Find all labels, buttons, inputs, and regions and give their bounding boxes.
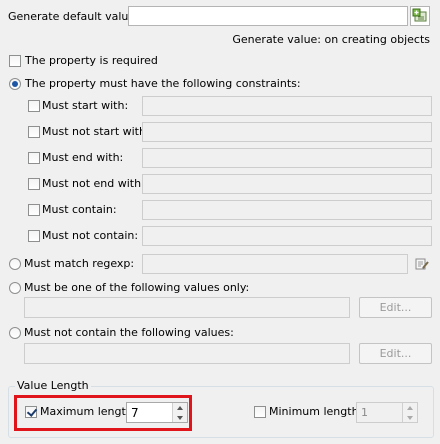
values-only-input[interactable] — [24, 297, 350, 318]
must-not-contain-checkbox[interactable] — [28, 230, 40, 242]
chevron-down-icon — [177, 415, 183, 420]
maximum-length-label: Maximum length: — [40, 405, 137, 418]
must-start-with-input[interactable] — [142, 96, 432, 116]
not-contain-values-label: Must not contain the following values: — [24, 326, 234, 339]
must-start-with-checkbox[interactable] — [28, 100, 40, 112]
must-not-start-with-label: Must not start with: — [42, 125, 150, 138]
not-contain-values-edit-button[interactable]: Edit... — [359, 343, 432, 364]
regexp-radio[interactable] — [9, 258, 21, 270]
must-not-start-with-input[interactable] — [142, 122, 432, 142]
must-not-end-with-checkbox[interactable] — [28, 178, 40, 190]
must-end-with-label: Must end with: — [42, 151, 124, 164]
must-end-with-checkbox[interactable] — [28, 152, 40, 164]
add-expression-icon — [412, 8, 427, 22]
value-length-title: Value Length — [15, 379, 91, 392]
must-contain-label: Must contain: — [42, 203, 117, 216]
maximum-length-checkbox[interactable] — [25, 406, 37, 418]
minimum-length-spinner[interactable]: 1 — [356, 402, 418, 423]
maximum-length-arrows — [172, 403, 187, 422]
values-only-label: Must be one of the following values only… — [24, 281, 250, 294]
required-label: The property is required — [25, 54, 158, 67]
constraints-label: The property must have the following con… — [25, 77, 301, 90]
values-only-edit-button[interactable]: Edit... — [359, 297, 432, 318]
must-end-with-input[interactable] — [142, 148, 432, 168]
values-only-radio[interactable] — [9, 282, 21, 294]
minimum-length-arrows — [402, 403, 417, 422]
must-not-end-with-label: Must not end with: — [42, 177, 145, 190]
maximum-length-value: 7 — [131, 406, 139, 420]
regexp-label: Must match regexp: — [24, 257, 135, 270]
regex-editor-icon[interactable] — [414, 256, 430, 272]
minimum-length-value: 1 — [361, 406, 368, 419]
minimum-length-decrement[interactable] — [403, 412, 417, 422]
required-checkbox[interactable] — [9, 55, 21, 67]
generate-value-hint: Generate value: on creating objects — [232, 33, 430, 46]
must-contain-input[interactable] — [142, 200, 432, 220]
must-contain-checkbox[interactable] — [28, 204, 40, 216]
maximum-length-spinner[interactable]: 7 — [126, 402, 188, 423]
chevron-up-icon — [177, 406, 183, 410]
generate-default-button[interactable] — [410, 6, 430, 26]
not-contain-values-input[interactable] — [24, 343, 350, 364]
must-not-contain-label: Must not contain: — [42, 229, 139, 242]
chevron-up-icon — [407, 406, 413, 410]
generate-default-label: Generate default value: — [8, 10, 139, 23]
must-start-with-label: Must start with: — [42, 99, 129, 112]
must-not-end-with-input[interactable] — [142, 174, 432, 194]
regexp-input[interactable] — [142, 254, 408, 274]
constraints-radio[interactable] — [9, 78, 21, 90]
minimum-length-label: Minimum length: — [269, 405, 363, 418]
generate-default-input[interactable] — [128, 6, 408, 26]
chevron-down-icon — [407, 415, 413, 420]
not-contain-values-radio[interactable] — [9, 327, 21, 339]
must-not-contain-input[interactable] — [142, 226, 432, 246]
minimum-length-checkbox[interactable] — [254, 406, 266, 418]
must-not-start-with-checkbox[interactable] — [28, 126, 40, 138]
maximum-length-decrement[interactable] — [173, 412, 187, 422]
